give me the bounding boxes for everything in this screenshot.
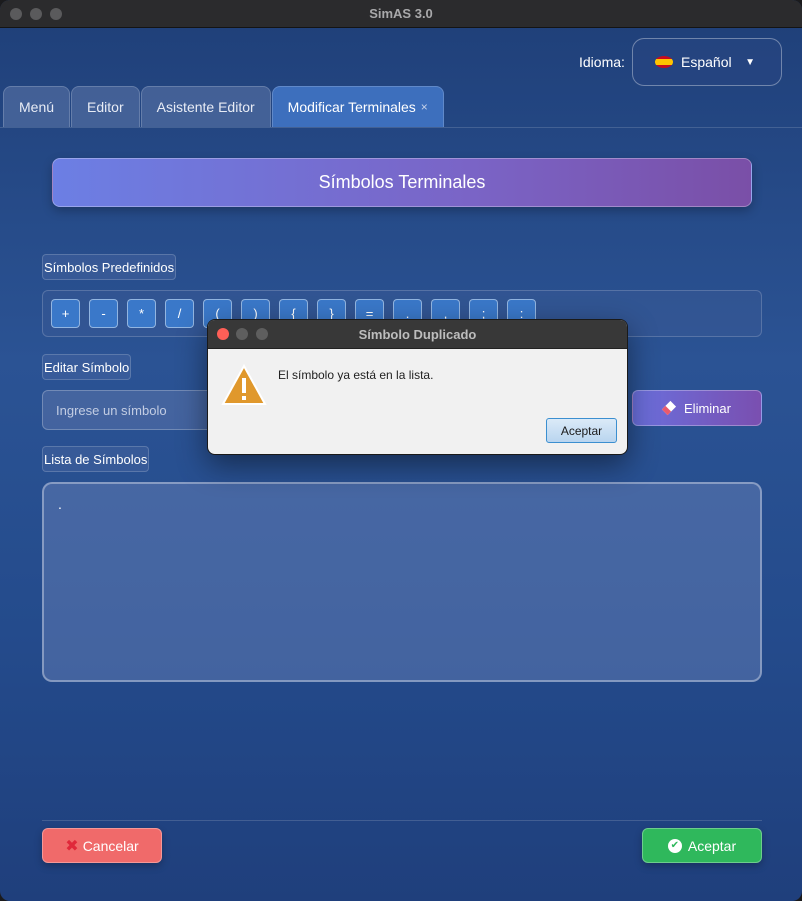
delete-button-label: Eliminar (684, 400, 731, 416)
symbol-list-label: Lista de Símbolos (42, 446, 150, 472)
symbol-button[interactable]: / (165, 299, 194, 328)
symbol-input[interactable]: Ingrese un símbolo (42, 390, 217, 430)
minimize-window-button[interactable] (30, 8, 42, 20)
dialog-message: El símbolo ya está en la lista. (278, 368, 434, 382)
accept-button-label: Aceptar (687, 837, 737, 854)
dialog-zoom-button (256, 328, 268, 340)
tab-label: Menú (19, 99, 55, 115)
page-title: Símbolos Terminales (52, 158, 752, 207)
window-titlebar: SimAS 3.0 (0, 0, 802, 28)
chevron-down-icon: ▼ (745, 57, 755, 68)
window-title: SimAS 3.0 (369, 6, 433, 21)
close-icon: ✖ (65, 837, 79, 855)
tab-label: Editor (87, 99, 124, 115)
tab-menu[interactable]: Menú (3, 86, 71, 127)
delete-button[interactable]: Eliminar (632, 390, 762, 426)
symbol-button[interactable]: + (51, 299, 80, 328)
tab-label: Asistente Editor (156, 99, 255, 115)
predefined-symbols-label: Símbolos Predefinidos (42, 254, 177, 280)
tab-bar: Menú Editor Asistente Editor Modificar T… (3, 86, 445, 127)
accept-button[interactable]: ✔ Aceptar (642, 828, 762, 863)
tab-editor[interactable]: Editor (71, 86, 140, 127)
cancel-button[interactable]: ✖ Cancelar (42, 828, 162, 863)
tab-divider (0, 127, 802, 128)
warning-icon (221, 363, 267, 405)
cancel-button-label: Cancelar (82, 837, 139, 854)
close-window-button[interactable] (10, 8, 22, 20)
symbol-button[interactable]: * (127, 299, 156, 328)
check-icon: ✔ (667, 838, 682, 853)
symbol-list[interactable]: . (42, 482, 762, 682)
tab-asistente-editor[interactable]: Asistente Editor (140, 86, 271, 127)
zoom-window-button[interactable] (50, 8, 62, 20)
eraser-icon (661, 400, 677, 416)
dialog-titlebar: Símbolo Duplicado (208, 320, 627, 349)
footer-divider (42, 820, 762, 821)
list-item[interactable]: . (58, 496, 746, 512)
dialog-title: Símbolo Duplicado (358, 326, 477, 342)
tab-modificar-terminales[interactable]: Modificar Terminales × (271, 86, 444, 127)
spain-flag-icon (655, 56, 673, 68)
symbol-button[interactable]: - (89, 299, 118, 328)
duplicate-symbol-dialog: Símbolo Duplicado El símbolo ya está en … (207, 319, 628, 455)
language-select[interactable]: Español ▼ (632, 38, 782, 86)
close-tab-icon[interactable]: × (421, 100, 428, 114)
language-selected-value: Español (681, 54, 732, 70)
edit-symbol-label: Editar Símbolo (42, 354, 132, 380)
tab-label: Modificar Terminales (287, 99, 416, 115)
dialog-close-button[interactable] (217, 328, 229, 340)
language-label: Idioma: (579, 54, 625, 70)
dialog-ok-button[interactable]: Aceptar (546, 418, 617, 443)
dialog-minimize-button (236, 328, 248, 340)
